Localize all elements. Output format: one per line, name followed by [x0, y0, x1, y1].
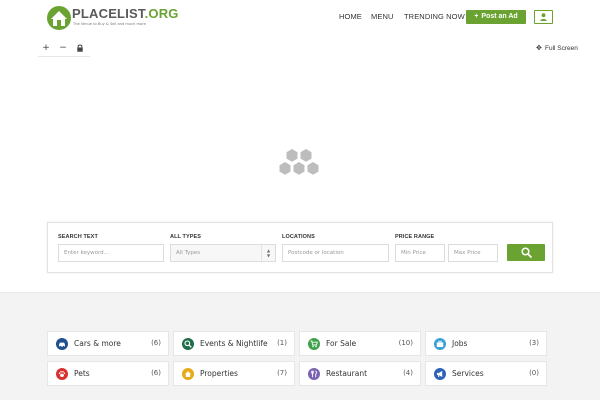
map-controls: + −	[38, 40, 90, 57]
lock-map-button[interactable]	[72, 42, 88, 54]
search-text-label: SEARCH TEXT	[58, 234, 98, 240]
site-header: PLACELIST.ORG The Venue to Buy & Sell an…	[0, 0, 600, 36]
nav-trending-now[interactable]: TRENDING NOW	[404, 12, 465, 21]
search-icon	[521, 247, 532, 258]
hexagon-loader-icon	[279, 149, 319, 175]
category-count: (6)	[151, 339, 161, 347]
user-icon	[540, 13, 547, 21]
category-cars[interactable]: Cars & more (6)	[47, 331, 169, 356]
category-count: (4)	[403, 369, 413, 377]
category-count: (7)	[277, 369, 287, 377]
cutlery-icon	[308, 368, 320, 380]
category-services[interactable]: Services (0)	[425, 361, 547, 386]
post-ad-label: Post an Ad	[481, 13, 518, 20]
cart-icon	[308, 338, 320, 350]
site-logo[interactable]: PLACELIST.ORG The Venue to Buy & Sell an…	[46, 5, 178, 31]
paw-icon	[56, 368, 68, 380]
zoom-in-button[interactable]: +	[38, 42, 54, 54]
user-account-button[interactable]	[534, 10, 553, 24]
nav-home[interactable]: HOME	[339, 12, 362, 21]
category-count: (1)	[277, 339, 287, 347]
updown-arrows-icon: ▲ ▼	[261, 245, 275, 261]
home-icon	[182, 368, 194, 380]
briefcase-icon	[434, 338, 446, 350]
types-select-value: All Types	[176, 250, 201, 256]
categories-section: Cars & more (6) Events & Nightlife (1) F…	[0, 292, 600, 400]
category-name: Jobs	[452, 339, 468, 348]
search-location-icon	[182, 338, 194, 350]
category-name: Pets	[74, 369, 90, 378]
expand-arrows-icon: ✥	[536, 45, 542, 52]
category-name: Restaurant	[326, 369, 368, 378]
category-name: Properties	[200, 369, 238, 378]
category-name: For Sale	[326, 339, 357, 348]
category-for-sale[interactable]: For Sale (10)	[299, 331, 421, 356]
house-logo-icon	[47, 6, 71, 30]
lock-icon	[77, 44, 83, 52]
category-name: Events & Nightlife	[200, 339, 268, 348]
category-name: Cars & more	[74, 339, 121, 348]
post-ad-button[interactable]: + Post an Ad	[466, 10, 526, 24]
logo-text-tld: .ORG	[144, 6, 179, 21]
category-name: Services	[452, 369, 484, 378]
category-pets[interactable]: Pets (6)	[47, 361, 169, 386]
category-count: (10)	[398, 339, 413, 347]
fullscreen-label: Full Screen	[545, 45, 578, 52]
zoom-out-button[interactable]: −	[55, 42, 71, 54]
category-count: (0)	[529, 369, 539, 377]
search-text-input[interactable]: Enter keyword...	[58, 244, 164, 262]
locations-label: LOCATIONS	[282, 234, 315, 240]
search-button[interactable]	[507, 244, 545, 261]
price-range-label: PRICE RANGE	[395, 234, 435, 240]
plus-icon: +	[474, 13, 479, 20]
car-icon	[56, 338, 68, 350]
megaphone-icon	[434, 368, 446, 380]
logo-tagline: The Venue to Buy & Sell and much more	[73, 22, 146, 26]
max-price-input[interactable]: Max Price	[448, 244, 498, 262]
fullscreen-button[interactable]: ✥ Full Screen	[536, 44, 578, 52]
search-panel: SEARCH TEXT Enter keyword... ALL TYPES A…	[47, 222, 553, 273]
all-types-label: ALL TYPES	[170, 234, 202, 240]
category-properties[interactable]: Properties (7)	[173, 361, 295, 386]
category-restaurant[interactable]: Restaurant (4)	[299, 361, 421, 386]
category-count: (6)	[151, 369, 161, 377]
category-jobs[interactable]: Jobs (3)	[425, 331, 547, 356]
min-price-input[interactable]: Min Price	[395, 244, 445, 262]
category-events[interactable]: Events & Nightlife (1)	[173, 331, 295, 356]
logo-text-main: PLACELIST	[72, 6, 145, 21]
nav-menu[interactable]: MENU	[371, 12, 393, 21]
types-select[interactable]: All Types ▲ ▼	[170, 244, 276, 262]
location-input[interactable]: Postcode or location	[282, 244, 389, 262]
category-count: (3)	[529, 339, 539, 347]
